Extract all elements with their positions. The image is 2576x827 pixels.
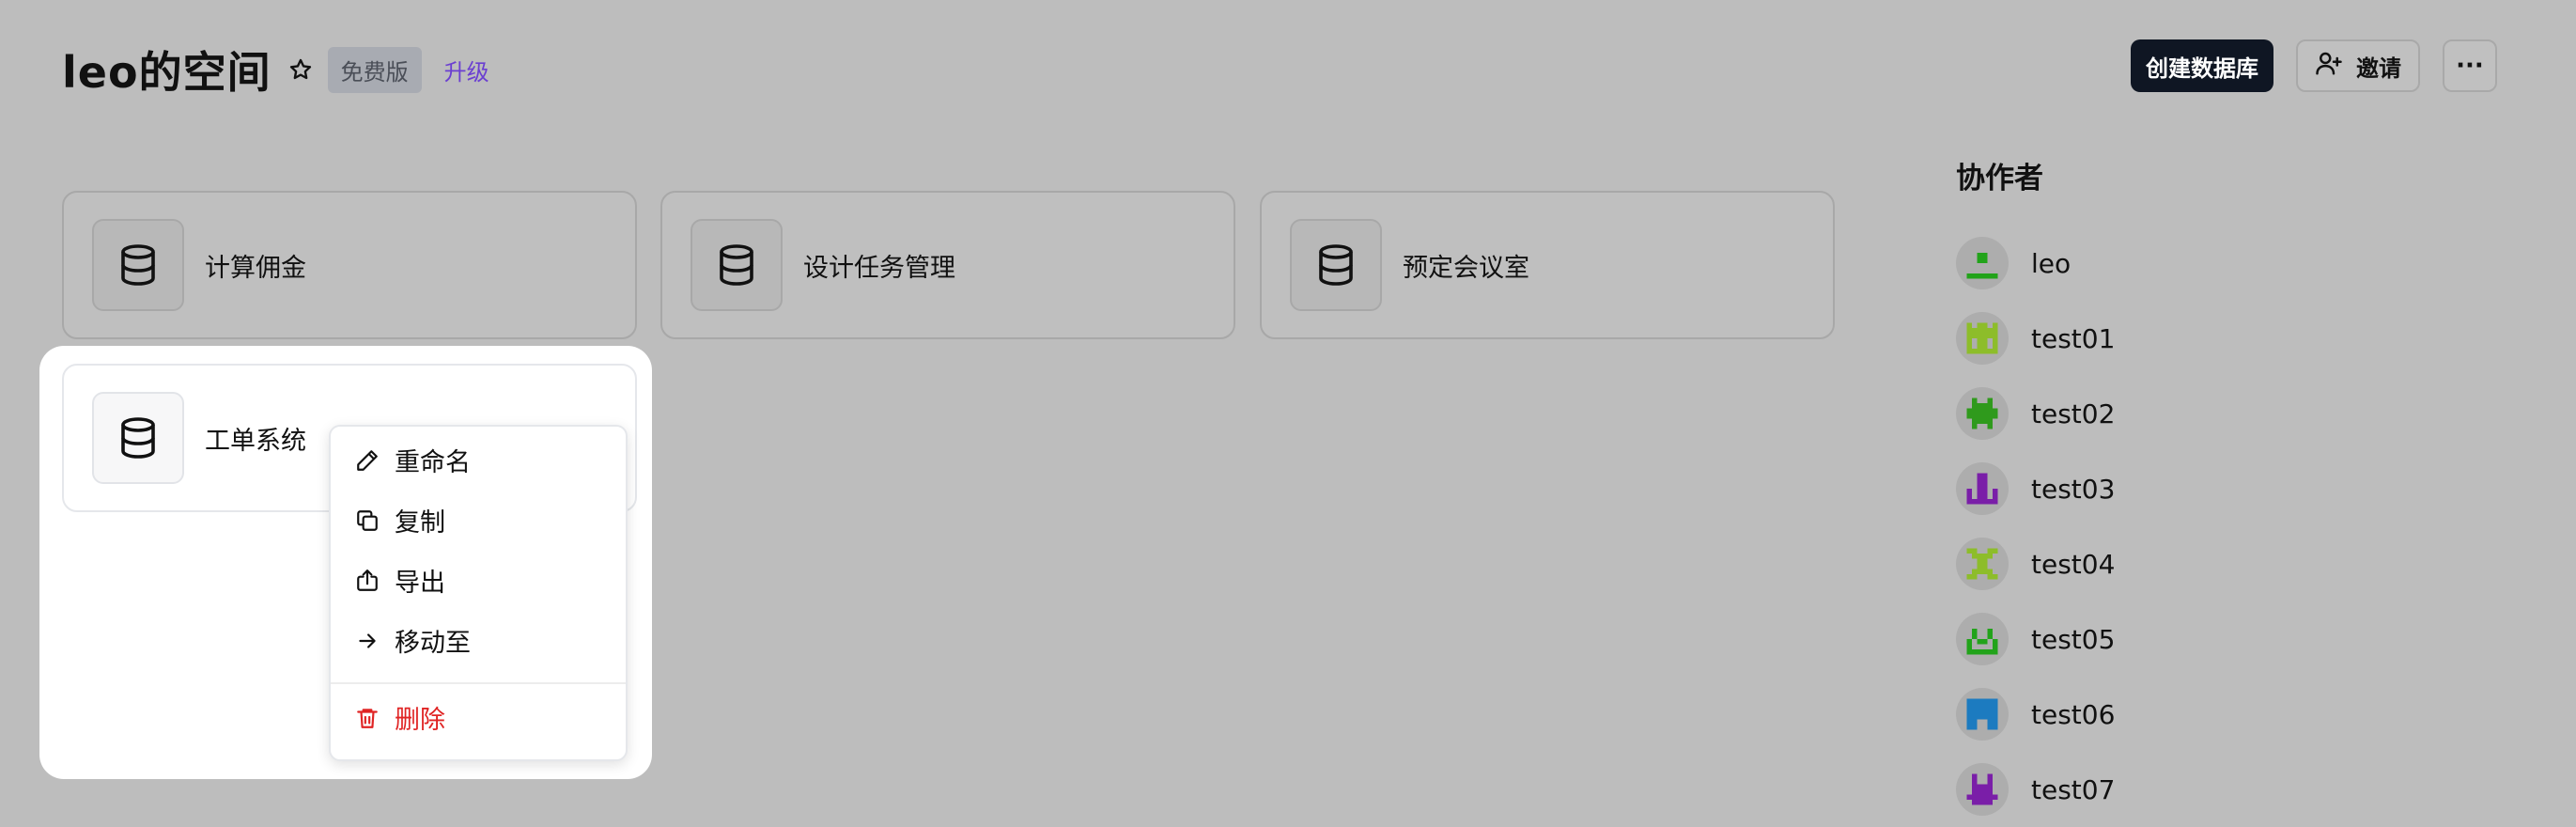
collaborators-list: leo test01 test02 test03 test04 test05 t…: [1956, 226, 2332, 827]
invite-button[interactable]: 邀请: [2296, 39, 2420, 92]
menu-item-rename[interactable]: 重命名: [353, 442, 471, 478]
collaborator-item[interactable]: test07: [1956, 752, 2332, 827]
trash-icon: [353, 704, 381, 732]
menu-item-label: 删除: [395, 706, 445, 735]
collaborator-name: test05: [2031, 623, 2116, 655]
user-plus-icon: [2315, 49, 2343, 83]
space-title: leo的空间: [62, 47, 272, 98]
menu-item-label: 导出: [395, 569, 445, 598]
copy-icon: [353, 507, 381, 535]
menu-item-label: 移动至: [395, 629, 471, 658]
menu-item-copy[interactable]: 复制: [353, 502, 445, 538]
database-name: 工单系统: [205, 426, 306, 456]
collaborator-item[interactable]: leo: [1956, 226, 2332, 301]
collaborators-panel: 协作者 leo test01 test02 test03 test04 test…: [1956, 154, 2115, 816]
database-name: 计算佣金: [205, 253, 306, 283]
menu-item-move-to[interactable]: 移动至: [353, 622, 471, 659]
menu-item-label: 重命名: [395, 448, 471, 477]
database-icon: [691, 219, 783, 311]
header-actions: 创建数据库 邀请 ···: [2131, 39, 2497, 92]
upgrade-link[interactable]: 升级: [444, 54, 489, 86]
database-icon: [92, 392, 184, 484]
collaborator-item[interactable]: test01: [1956, 301, 2332, 376]
invite-label: 邀请: [2356, 55, 2401, 82]
database-name: 设计任务管理: [803, 253, 955, 283]
collaborator-item[interactable]: test06: [1956, 677, 2332, 752]
collaborator-item[interactable]: test03: [1956, 451, 2332, 526]
collaborator-name: test01: [2031, 322, 2116, 354]
collaborator-item[interactable]: test05: [1956, 601, 2332, 677]
export-icon: [353, 567, 381, 595]
avatar: [1956, 312, 2009, 365]
collaborator-name: test03: [2031, 473, 2116, 505]
avatar: [1956, 613, 2009, 665]
database-icon: [92, 219, 184, 311]
avatar: [1956, 387, 2009, 440]
header: leo的空间 免费版 升级: [62, 38, 489, 101]
pencil-icon: [353, 446, 381, 475]
collaborator-item[interactable]: test04: [1956, 526, 2332, 601]
menu-item-export[interactable]: 导出: [353, 562, 445, 599]
collaborators-title: 协作者: [1956, 162, 2043, 195]
create-database-button[interactable]: 创建数据库: [2131, 39, 2273, 92]
avatar: [1956, 688, 2009, 741]
collaborator-name: leo: [2031, 247, 2072, 279]
context-menu: 重命名 复制 导出 移动至 删除: [329, 425, 628, 761]
database-card[interactable]: 计算佣金: [62, 191, 637, 339]
collaborator-name: test04: [2031, 548, 2116, 580]
database-name: 预定会议室: [1403, 253, 1529, 283]
arrow-right-icon: [353, 627, 381, 655]
collaborator-name: test02: [2031, 398, 2116, 429]
avatar: [1956, 462, 2009, 515]
avatar: [1956, 763, 2009, 816]
database-card[interactable]: 设计任务管理: [660, 191, 1235, 339]
database-card[interactable]: 预定会议室: [1260, 191, 1835, 339]
more-options-button[interactable]: ···: [2443, 39, 2497, 92]
avatar: [1956, 538, 2009, 590]
menu-item-label: 复制: [395, 508, 445, 538]
plan-badge: 免费版: [327, 46, 422, 93]
star-icon[interactable]: [287, 55, 315, 84]
collaborator-item[interactable]: test02: [1956, 376, 2332, 451]
database-icon: [1290, 219, 1382, 311]
menu-item-delete[interactable]: 删除: [353, 699, 445, 736]
menu-divider: [331, 682, 626, 684]
collaborator-name: test07: [2031, 773, 2116, 805]
avatar: [1956, 237, 2009, 289]
collaborator-name: test06: [2031, 698, 2116, 730]
